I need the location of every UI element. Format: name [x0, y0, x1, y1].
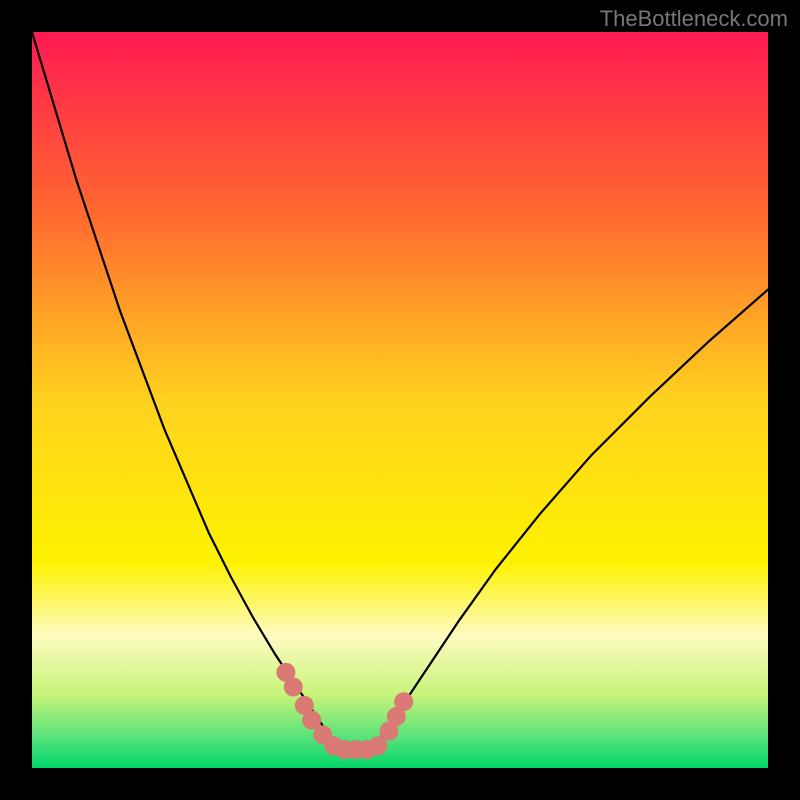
- marker-dot: [284, 678, 303, 697]
- chart-background: [32, 32, 768, 768]
- marker-dot: [394, 692, 413, 711]
- bottleneck-chart: [32, 32, 768, 768]
- watermark-text: TheBottleneck.com: [600, 6, 788, 32]
